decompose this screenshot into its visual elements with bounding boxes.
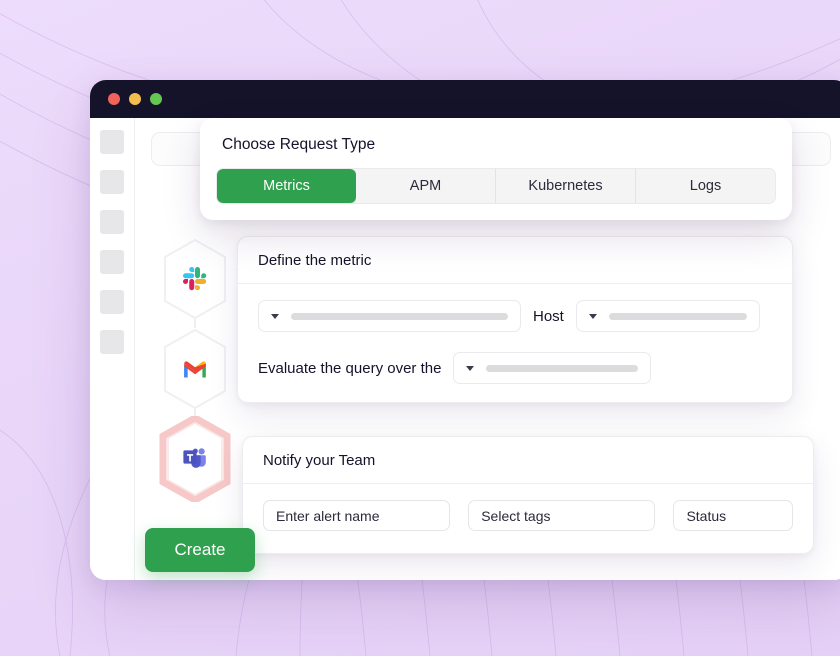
sidebar-rail <box>90 118 135 580</box>
modal-title: Choose Request Type <box>222 136 376 153</box>
evaluation-window-select[interactable] <box>453 352 652 384</box>
alert-name-input[interactable]: Enter alert name <box>263 500 451 531</box>
chevron-down-icon <box>588 313 597 319</box>
window-titlebar <box>90 80 840 118</box>
tab-metrics[interactable]: Metrics <box>217 169 356 203</box>
host-select-value <box>608 312 747 320</box>
host-label: Host <box>533 307 564 325</box>
tab-apm[interactable]: APM <box>356 169 496 203</box>
tab-logs[interactable]: Logs <box>636 169 775 203</box>
evaluate-window-row: Evaluate the query over the <box>258 352 772 384</box>
sidebar-placeholder-item[interactable] <box>100 330 124 354</box>
sidebar-placeholder-item[interactable] <box>100 210 124 234</box>
define-metric-card: Define the metric Host Evaluate the quer… <box>237 236 793 403</box>
notify-team-card: Notify your Team Enter alert name Select… <box>242 436 814 554</box>
sidebar-placeholder-item[interactable] <box>100 250 124 274</box>
notify-team-header: Notify your Team <box>243 437 813 484</box>
create-button[interactable]: Create <box>145 528 255 572</box>
close-button[interactable] <box>108 93 120 105</box>
chevron-down-icon <box>271 313 279 319</box>
tab-kubernetes[interactable]: Kubernetes <box>496 169 636 203</box>
tags-input[interactable]: Select tags <box>468 500 656 531</box>
minimize-button[interactable] <box>129 93 141 105</box>
evaluate-query-label: Evaluate the query over the <box>258 359 442 377</box>
integration-gmail[interactable] <box>157 326 233 418</box>
sidebar-placeholder-item[interactable] <box>100 130 124 154</box>
metric-select[interactable] <box>258 300 521 332</box>
choose-request-type-modal: Choose Request Type Metrics APM Kubernet… <box>200 118 792 220</box>
notify-fields-row: Enter alert name Select tags Status <box>263 500 793 531</box>
integration-teams[interactable] <box>157 413 233 505</box>
metric-select-value <box>291 312 508 320</box>
evaluation-window-value <box>486 364 639 372</box>
sidebar-placeholder-item[interactable] <box>100 170 124 194</box>
host-select[interactable] <box>575 300 760 332</box>
integration-chain <box>157 236 233 505</box>
maximize-button[interactable] <box>150 93 162 105</box>
chevron-down-icon <box>466 365 475 371</box>
metric-host-row: Host <box>258 300 772 332</box>
define-metric-header: Define the metric <box>238 237 792 284</box>
integration-slack[interactable] <box>157 236 233 328</box>
request-type-tabs: Metrics APM Kubernetes Logs <box>216 168 776 204</box>
notify-team-body: Enter alert name Select tags Status <box>243 484 813 553</box>
define-metric-body: Host Evaluate the query over the <box>238 284 792 402</box>
status-input[interactable]: Status <box>673 500 793 531</box>
sidebar-placeholder-item[interactable] <box>100 290 124 314</box>
